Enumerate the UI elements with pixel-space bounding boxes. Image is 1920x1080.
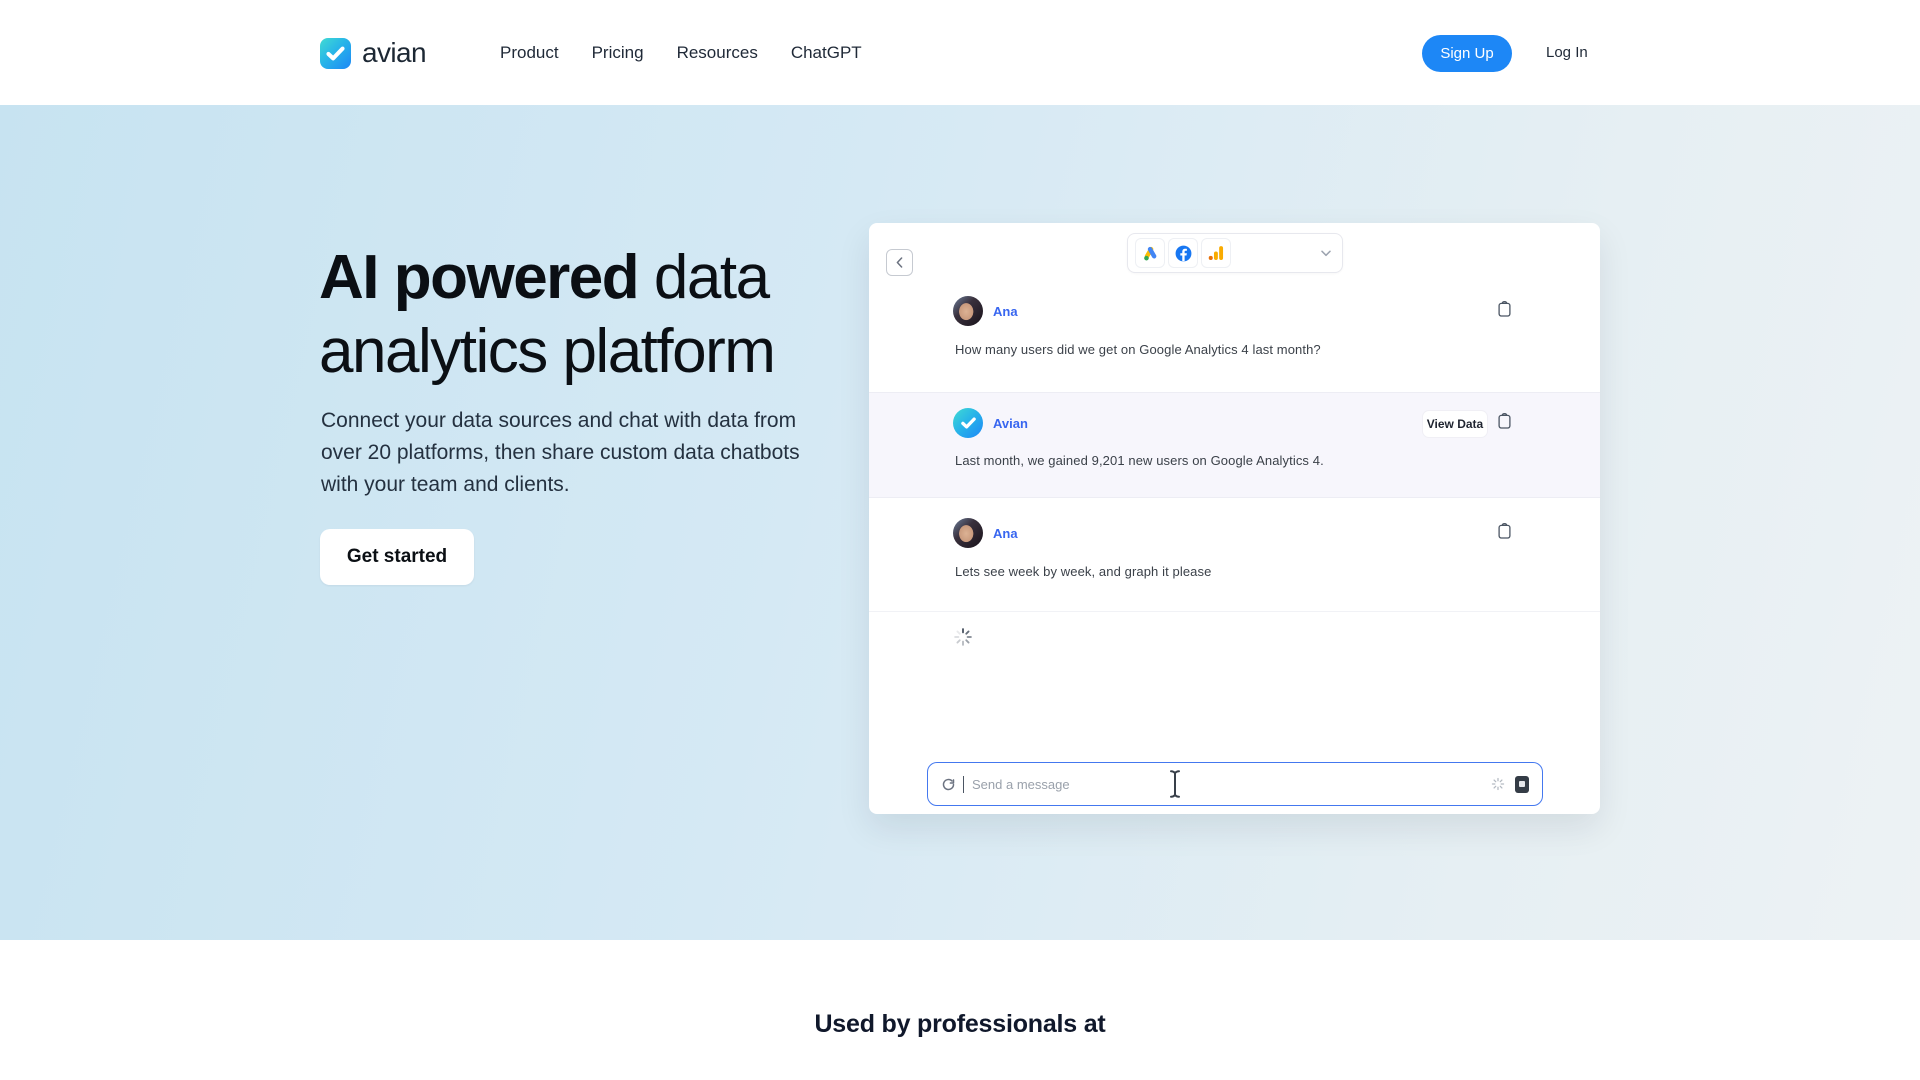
message-text: Last month, we gained 9,201 new users on… bbox=[955, 453, 1324, 468]
google-analytics-source-button[interactable] bbox=[1201, 238, 1231, 268]
avatar-ana bbox=[953, 518, 983, 548]
chevron-left-icon bbox=[896, 257, 903, 268]
log-in-link[interactable]: Log In bbox=[1546, 44, 1588, 61]
regenerate-icon[interactable] bbox=[941, 777, 956, 792]
message-input-container bbox=[927, 762, 1543, 806]
data-source-toolbar bbox=[1127, 233, 1343, 273]
clipboard-icon bbox=[1498, 523, 1511, 539]
chat-message-user: Ana How many users did we get on Google … bbox=[869, 294, 1600, 392]
social-proof-section: Used by professionals at bbox=[0, 940, 1920, 1080]
copy-message-button[interactable] bbox=[1498, 413, 1511, 429]
top-navigation-bar: avian Product Pricing Resources ChatGPT … bbox=[0, 0, 1920, 105]
spinner-icon bbox=[953, 627, 973, 647]
nav-item-pricing[interactable]: Pricing bbox=[592, 43, 644, 63]
brand-name: avian bbox=[362, 37, 426, 69]
clipboard-icon bbox=[1498, 301, 1511, 317]
hero-subtitle: Connect your data sources and chat with … bbox=[321, 405, 841, 501]
google-ads-source-button[interactable] bbox=[1135, 238, 1165, 268]
sign-up-button[interactable]: Sign Up bbox=[1422, 35, 1512, 72]
avatar-ana bbox=[953, 296, 983, 326]
view-data-button[interactable]: View Data bbox=[1423, 411, 1487, 437]
facebook-icon bbox=[1174, 244, 1193, 263]
message-text: How many users did we get on Google Anal… bbox=[955, 342, 1321, 357]
send-message-input[interactable] bbox=[972, 777, 1491, 792]
copy-message-button[interactable] bbox=[1498, 301, 1511, 317]
nav-item-chatgpt[interactable]: ChatGPT bbox=[791, 43, 862, 63]
chevron-down-icon bbox=[1321, 250, 1331, 257]
brand-logo[interactable]: avian bbox=[320, 37, 426, 69]
copy-message-button[interactable] bbox=[1498, 523, 1511, 539]
input-actions bbox=[1491, 776, 1529, 793]
hero-section: AI powered dataanalytics platform Connec… bbox=[0, 105, 1920, 940]
main-nav: Product Pricing Resources ChatGPT bbox=[500, 0, 862, 105]
hero-title-rest: data bbox=[638, 243, 768, 312]
chat-message-user: Ana Lets see week by week, and graph it … bbox=[869, 498, 1600, 612]
chat-message-assistant: Avian View Data Last month, we gained 9,… bbox=[869, 392, 1600, 498]
clipboard-icon bbox=[1498, 413, 1511, 429]
back-button[interactable] bbox=[886, 249, 913, 276]
avian-logo-icon bbox=[320, 38, 351, 69]
nav-item-resources[interactable]: Resources bbox=[677, 43, 758, 63]
hero-title-line2: analytics platform bbox=[319, 317, 774, 386]
get-started-button[interactable]: Get started bbox=[320, 529, 474, 585]
message-text: Lets see week by week, and graph it plea… bbox=[955, 564, 1211, 579]
send-icon[interactable] bbox=[1515, 776, 1529, 793]
message-author: Ana bbox=[993, 526, 1018, 541]
message-author: Ana bbox=[993, 304, 1018, 319]
chat-demo-card: Ana How many users did we get on Google … bbox=[869, 223, 1600, 814]
google-analytics-icon bbox=[1207, 244, 1225, 262]
message-author: Avian bbox=[993, 416, 1028, 431]
avatar-avian bbox=[953, 408, 983, 438]
social-proof-heading: Used by professionals at bbox=[0, 1010, 1920, 1039]
response-loading-spinner bbox=[953, 627, 973, 652]
toolbar-dropdown-caret[interactable] bbox=[1321, 250, 1331, 257]
text-caret bbox=[963, 776, 964, 793]
google-ads-icon bbox=[1141, 244, 1160, 263]
hero-title: AI powered dataanalytics platform bbox=[319, 241, 774, 389]
facebook-source-button[interactable] bbox=[1168, 238, 1198, 268]
avian-check-icon bbox=[961, 417, 976, 429]
hero-title-bold: AI powered bbox=[319, 243, 638, 312]
spinner-icon bbox=[1491, 777, 1505, 791]
nav-item-product[interactable]: Product bbox=[500, 43, 559, 63]
